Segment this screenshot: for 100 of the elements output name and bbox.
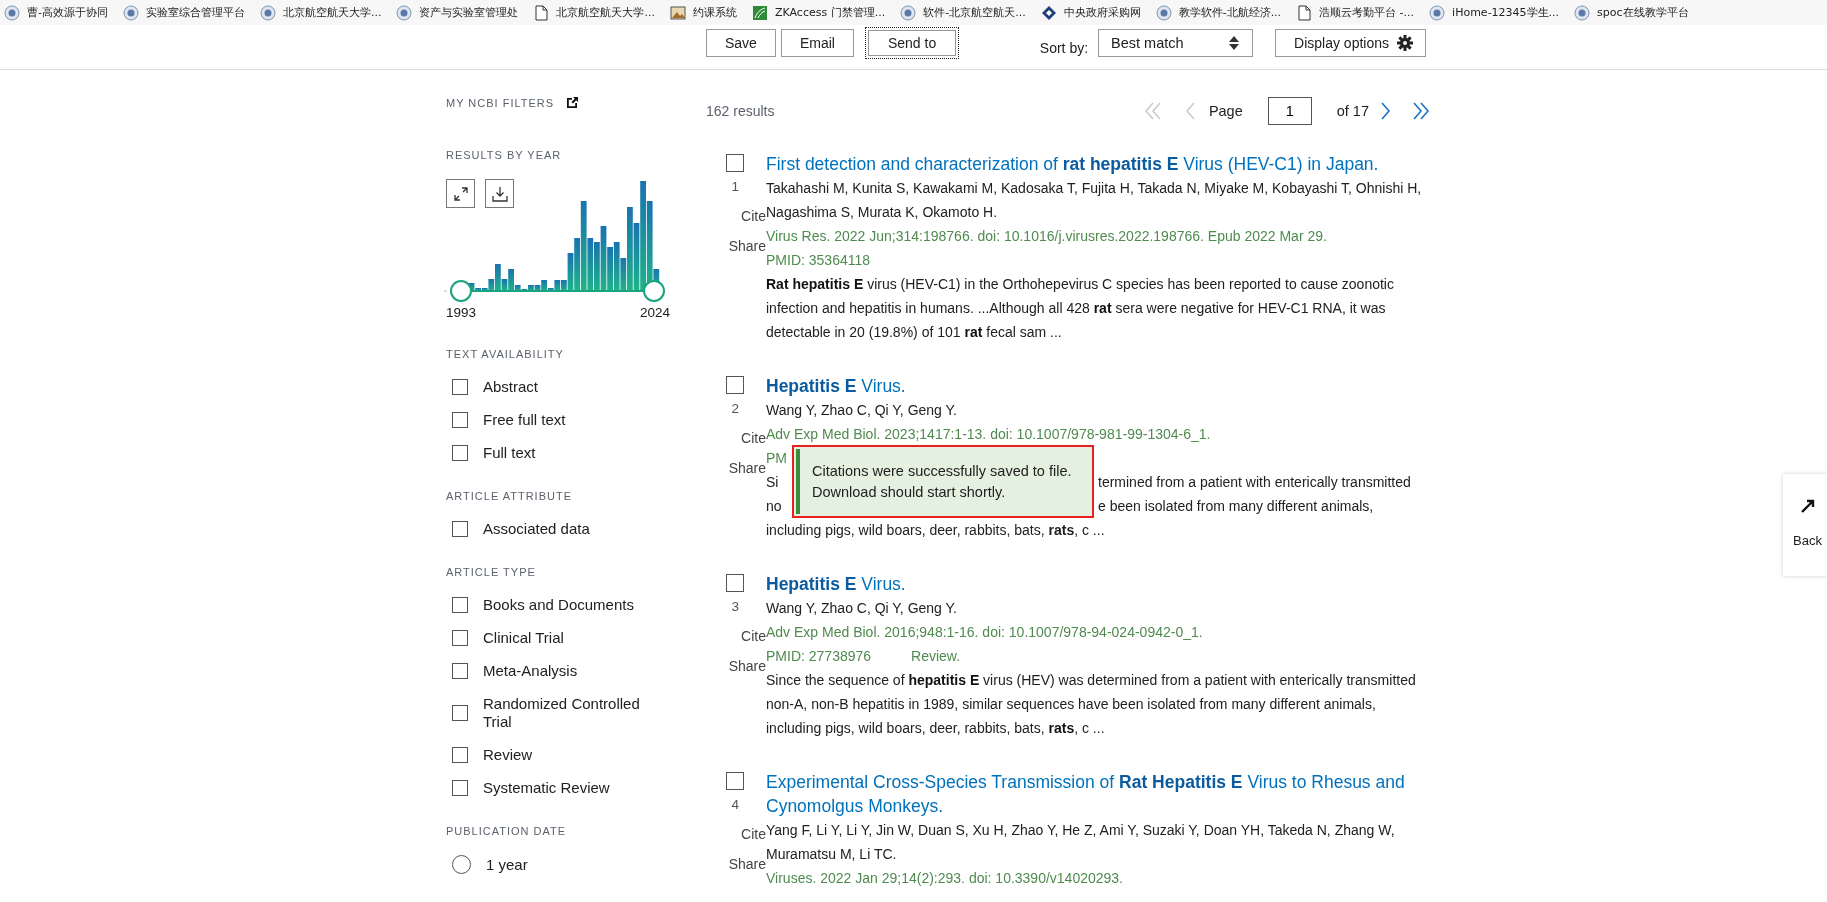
- cite-link[interactable]: Cite: [741, 628, 766, 644]
- bookmark[interactable]: 资产与实验室管理处: [396, 4, 519, 21]
- last-page-icon[interactable]: [1412, 102, 1430, 120]
- authors: Yang F, Li Y, Li Y, Jin W, Duan S, Xu H, Zhao Y, He Z, Ami Y, Suzaki Y, Doan YH, Takeda N, Zhang W, Muramatsu M, Li TC.: [766, 821, 1396, 862]
- bookmark[interactable]: spoc在线教学平台: [1574, 4, 1689, 21]
- citation: Adv Exp Med Biol. 2023;1417:1-13. doi: 10.1007/978-981-99-1304-6_1.: [766, 425, 1212, 442]
- page-total: of 17: [1336, 103, 1369, 119]
- filter-option[interactable]: Free full text: [446, 411, 652, 429]
- slider-handle[interactable]: [643, 280, 665, 302]
- download-icon: [491, 185, 508, 202]
- checkbox[interactable]: [452, 663, 468, 679]
- next-page-icon[interactable]: [1379, 102, 1392, 120]
- checkbox[interactable]: [726, 574, 744, 592]
- section-heading: TEXT AVAILABILITY: [446, 348, 565, 360]
- filter-option[interactable]: Review: [446, 746, 652, 764]
- display-options-button[interactable]: Display options: [1275, 29, 1426, 57]
- bookmark[interactable]: ZKAccess 门禁管理...: [752, 4, 886, 21]
- filter-option[interactable]: Books and Documents: [446, 596, 652, 614]
- checkbox[interactable]: [452, 705, 468, 721]
- authors: Wang Y, Zhao C, Qi Y, Geng Y.: [766, 599, 958, 618]
- publication-tag: Review.: [911, 644, 961, 668]
- share-link[interactable]: Share: [728, 658, 766, 674]
- section-heading: PUBLICATION DATE: [446, 825, 568, 837]
- bookmark[interactable]: 中央政府采购网: [1040, 4, 1141, 21]
- seal-icon: [4, 4, 20, 21]
- diamond-icon: [1040, 4, 1057, 21]
- bookmark[interactable]: 实验室综合管理平台: [123, 4, 245, 21]
- share-link[interactable]: Share: [728, 238, 766, 254]
- seal-icon: [1429, 4, 1446, 21]
- cite-link[interactable]: Cite: [741, 826, 766, 842]
- page-label: Page: [1208, 103, 1243, 119]
- expand-icon: [453, 186, 468, 201]
- checkbox[interactable]: [452, 780, 468, 796]
- checkbox[interactable]: [452, 445, 468, 461]
- checkbox[interactable]: [452, 747, 468, 763]
- abstract-fragment: Si: [766, 473, 779, 492]
- checkbox[interactable]: [452, 412, 468, 428]
- checkbox[interactable]: [726, 772, 744, 790]
- abstract-snippet: Rat hepatitis E virus (HEV-C1) in the Orthohepevirus C species has been reported to cause zoonotic infection and hepatitis in humans. ...Although all 428 rat sera were negative for HEV-C1 RNA, it was detectable in 20 (19.8%) of 101 rat fecal sam ...: [766, 275, 1395, 342]
- checkbox[interactable]: [726, 376, 744, 394]
- filter-option[interactable]: Randomized Controlled Trial: [446, 695, 652, 731]
- year-label: 2024: [639, 305, 670, 320]
- section-heading: ARTICLE TYPE: [446, 566, 537, 578]
- filter-option[interactable]: Clinical Trial: [446, 629, 652, 647]
- filter-option[interactable]: Systematic Review: [446, 779, 652, 797]
- pmid: PMID: 27738976: [766, 647, 872, 666]
- cite-link[interactable]: Cite: [741, 430, 766, 446]
- slider-handle[interactable]: [450, 280, 472, 302]
- arrow-icon: [1801, 499, 1815, 513]
- download-button[interactable]: [485, 179, 514, 208]
- checkbox[interactable]: [452, 630, 468, 646]
- article-title-link[interactable]: Hepatitis E Virus.: [766, 572, 1430, 596]
- app-icon: [752, 4, 768, 21]
- abstract-fragment: e been isolated from many different animals,: [1098, 497, 1374, 516]
- checkbox[interactable]: [726, 154, 744, 172]
- toolbar-button[interactable]: Send to: [864, 27, 960, 59]
- checkbox[interactable]: [452, 597, 468, 613]
- notification-message: Citations were successfully saved to file. Download should start shortly.: [811, 461, 1073, 502]
- sort-dropdown[interactable]: Best match: [1098, 29, 1254, 57]
- share-link[interactable]: Share: [728, 856, 766, 872]
- bookmark[interactable]: 曹-高效源于协同: [4, 4, 108, 21]
- abstract-fragment: including pigs, wild boars, deer, rabbits, bats, rats, c ...: [766, 521, 1105, 540]
- checkbox[interactable]: [452, 379, 468, 395]
- share-link[interactable]: Share: [728, 460, 766, 476]
- bookmark[interactable]: 软件-北京航空航天...: [900, 4, 1026, 21]
- back-to-top-widget[interactable]: Back: [1783, 474, 1827, 576]
- filter-option[interactable]: 1 year: [446, 855, 652, 874]
- bookmark[interactable]: 北京航空航天大学...: [260, 4, 382, 21]
- filter-option[interactable]: Meta-Analysis: [446, 662, 652, 680]
- result-number: 1: [731, 179, 739, 194]
- bookmark[interactable]: 北京航空航天大学...: [533, 4, 655, 21]
- settings-icon: [1397, 35, 1413, 51]
- bookmark[interactable]: iHome-12345学生...: [1429, 4, 1560, 21]
- expand-button[interactable]: [446, 179, 475, 208]
- abstract-snippet: Since the sequence of hepatitis E virus (HEV) was determined from a patient with enterically transmitted non-A, non-B hepatitis in 1989, similar sequences have been isolated from many different animals, including pigs, wild boars, deer, rabbits, bats, rats, c ...: [766, 671, 1417, 738]
- toolbar-button[interactable]: Save: [706, 29, 776, 57]
- section-heading: RESULTS BY YEAR: [446, 149, 563, 161]
- article-title-link[interactable]: Experimental Cross-Species Transmission of Rat Hepatitis E Virus to Rhesus and Cynomolgus Monkeys.: [766, 770, 1430, 818]
- page-number-field[interactable]: 1: [1267, 97, 1312, 125]
- result-number: 2: [731, 401, 739, 416]
- checkbox[interactable]: [452, 521, 468, 537]
- seal-icon: [260, 4, 276, 21]
- pmid: PMID: 35364118: [766, 251, 871, 270]
- cite-link[interactable]: Cite: [741, 208, 766, 224]
- bookmark[interactable]: 教学软件-北航经济...: [1155, 4, 1282, 21]
- results-count: 162 results: [706, 103, 775, 119]
- document-icon: [533, 4, 550, 21]
- filter-option[interactable]: Associated data: [446, 520, 652, 538]
- toolbar-button[interactable]: Email: [780, 29, 854, 57]
- result-number: 4: [731, 797, 739, 812]
- article-title-link[interactable]: Hepatitis E Virus.: [766, 374, 1430, 398]
- bookmark[interactable]: 浩顺云考勤平台 -...: [1296, 4, 1415, 21]
- filter-option[interactable]: Full text: [446, 444, 652, 462]
- bookmark[interactable]: 约课系统: [670, 4, 737, 21]
- filter-option[interactable]: Abstract: [446, 378, 652, 396]
- abstract-fragment: no: [766, 497, 782, 516]
- article-title-link[interactable]: First detection and characterization of rat hepatitis E Virus (HEV-C1) in Japan.: [766, 152, 1430, 176]
- authors: Wang Y, Zhao C, Qi Y, Geng Y.: [766, 401, 958, 420]
- sort-label: Sort by:: [1039, 40, 1089, 56]
- document-icon: [1296, 4, 1313, 21]
